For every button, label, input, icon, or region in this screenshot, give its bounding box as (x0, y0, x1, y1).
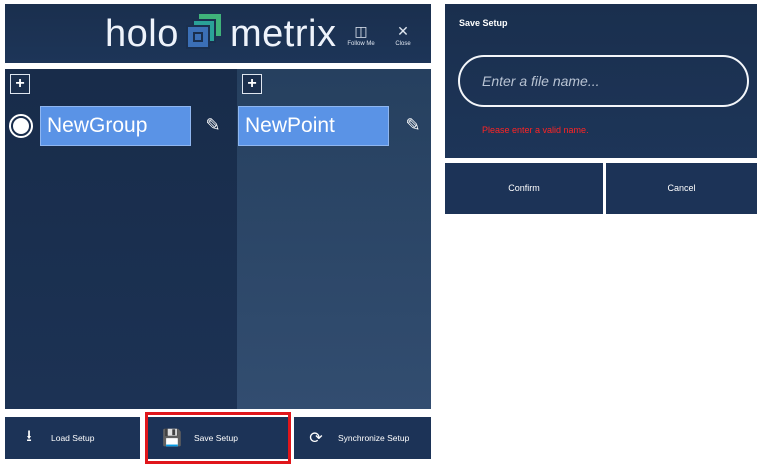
follow-me-icon: ◫ (354, 23, 368, 39)
load-setup-label: Load Setup (51, 433, 95, 443)
app-header: holo metrix ◫ Follow Me ✕ Close (5, 4, 431, 63)
save-setup-button[interactable]: 💾 Save Setup (148, 417, 288, 459)
file-name-input[interactable] (458, 55, 749, 107)
follow-me-label: Follow Me (347, 41, 375, 47)
save-disk-icon: 💾 (162, 430, 182, 447)
group-select-radio[interactable] (9, 114, 33, 138)
groups-column: + NewGroup ✎ (5, 69, 237, 409)
confirm-button[interactable]: Confirm (445, 163, 603, 214)
points-column: + NewPoint ✎ (237, 69, 431, 409)
group-name-field[interactable]: NewGroup (40, 106, 191, 146)
save-setup-dialog: Save Setup Please enter a valid name. (445, 4, 757, 158)
close-button[interactable]: ✕ Close (383, 22, 423, 56)
add-point-button[interactable]: + (242, 74, 262, 94)
cancel-button[interactable]: Cancel (606, 163, 757, 214)
save-setup-label: Save Setup (194, 433, 238, 443)
edit-point-pencil-icon[interactable]: ✎ (403, 115, 423, 135)
follow-me-button[interactable]: ◫ Follow Me (341, 22, 381, 56)
validation-error-message: Please enter a valid name. (482, 125, 589, 135)
upload-icon: ⭳ (26, 427, 32, 445)
add-group-button[interactable]: + (10, 74, 30, 94)
point-name-field[interactable]: NewPoint (238, 106, 389, 146)
load-setup-button[interactable]: ⭳ Load Setup (5, 417, 140, 459)
close-icon: ✕ (397, 23, 409, 39)
dialog-title: Save Setup (459, 18, 508, 28)
close-label: Close (395, 41, 411, 47)
setup-panel: + NewGroup ✎ + NewPoint ✎ (5, 69, 431, 409)
synchronize-setup-label: Synchronize Setup (338, 433, 410, 443)
logo-text-left: holo (105, 12, 179, 55)
radio-selected-dot (13, 118, 29, 134)
synchronize-setup-button[interactable]: ⟳ Synchronize Setup (294, 417, 431, 459)
logo-text-right: metrix (230, 12, 337, 55)
edit-group-pencil-icon[interactable]: ✎ (203, 115, 223, 135)
sync-icon: ⟳ (309, 430, 323, 447)
holometrix-logo-icon (186, 14, 221, 49)
